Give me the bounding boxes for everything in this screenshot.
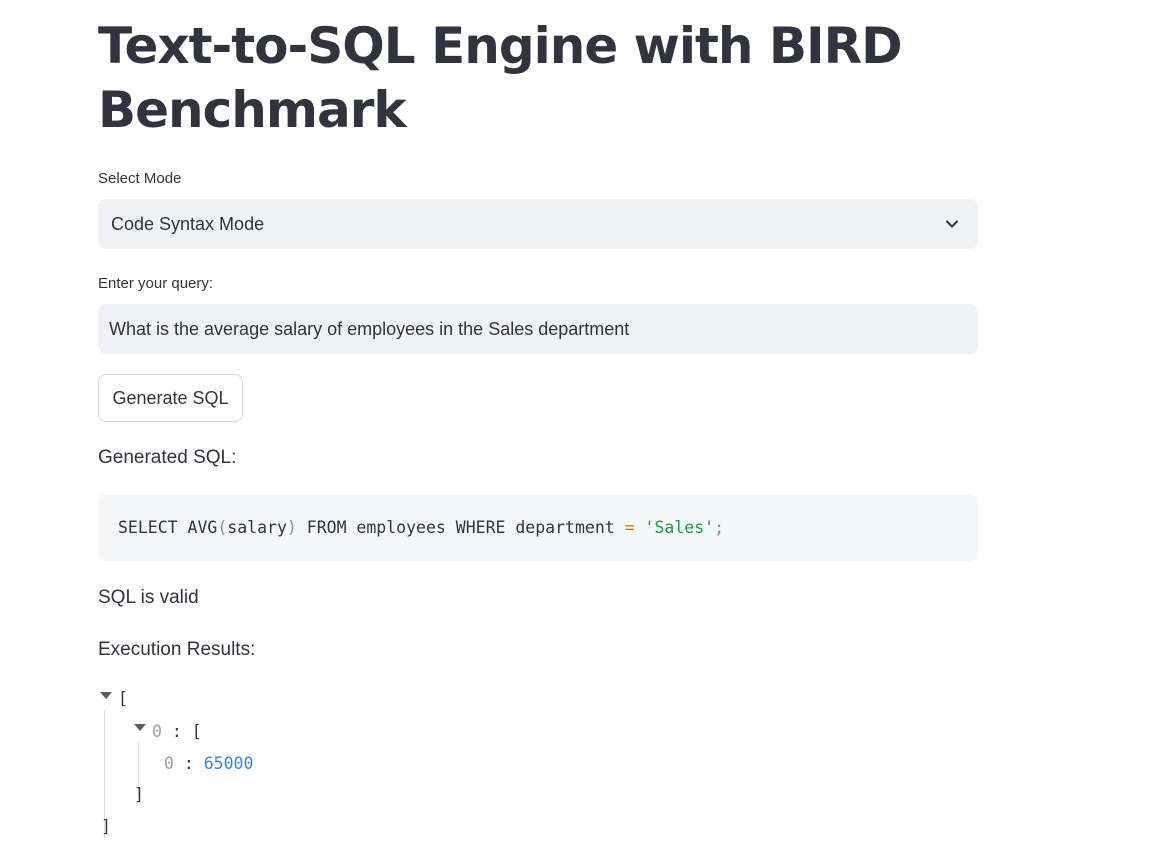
- chevron-down-icon: [946, 220, 958, 228]
- sql-token: (: [217, 518, 228, 537]
- json-results-viewer: [ 0 : [ 0 : 65000 ] ]: [98, 686, 498, 846]
- generate-sql-button[interactable]: Generate SQL: [98, 374, 243, 422]
- sql-token: ): [286, 518, 297, 537]
- generated-sql-heading: Generated SQL:: [98, 447, 237, 468]
- json-inner-open-bracket: [: [191, 722, 202, 741]
- sql-valid-status: SQL is valid: [98, 587, 199, 608]
- json-close-bracket: ]: [101, 817, 111, 836]
- sql-code-block: SELECT AVG(salary) FROM employees WHERE …: [98, 494, 978, 562]
- query-input[interactable]: [98, 304, 978, 354]
- sql-string: 'Sales': [644, 518, 715, 537]
- json-open-bracket: [: [118, 689, 128, 708]
- page-title: Text-to-SQL Engine with BIRD Benchmark: [98, 17, 903, 139]
- json-inner-close-bracket: ]: [134, 785, 144, 804]
- sql-token: SELECT AVG: [118, 518, 218, 537]
- execution-results-heading: Execution Results:: [98, 639, 256, 660]
- caret-down-icon[interactable]: [100, 692, 112, 699]
- json-number-value: 65000: [203, 754, 254, 773]
- json-colon: :: [173, 754, 204, 773]
- json-key: 0: [152, 722, 162, 741]
- json-colon: :: [161, 722, 192, 741]
- mode-select-label: Select Mode: [98, 170, 182, 187]
- sql-token: FROM employees WHERE department: [296, 518, 625, 537]
- json-key: 0: [164, 754, 174, 773]
- mode-select[interactable]: Code Syntax Mode: [98, 199, 978, 249]
- json-inner-array-line: 0 : [: [152, 721, 202, 743]
- json-value-line: 0 : 65000: [164, 753, 253, 775]
- sql-operator: =: [624, 518, 635, 537]
- caret-down-icon[interactable]: [134, 724, 146, 731]
- sql-token: salary: [227, 518, 287, 537]
- query-label: Enter your query:: [98, 275, 214, 292]
- mode-select-value: Code Syntax Mode: [111, 214, 265, 234]
- sql-token: ;: [714, 518, 725, 537]
